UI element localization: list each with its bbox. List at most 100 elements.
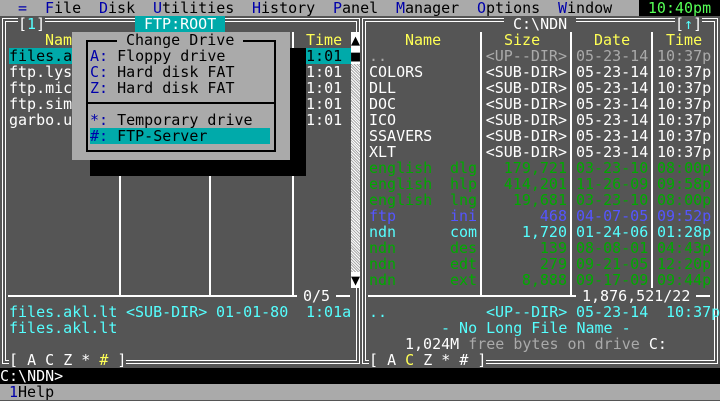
right-header-time[interactable]: Time [666, 32, 702, 48]
fkey-help[interactable]: 1Help [9, 384, 54, 400]
file-ext[interactable]: dlg [450, 160, 477, 176]
menu-options[interactable]: Options [477, 0, 540, 16]
menu-panel[interactable]: Panel [333, 0, 378, 16]
drive-z[interactable]: Z [63, 351, 81, 369]
left-info-size: <SUB-DIR> [126, 303, 208, 321]
file-size: <UP--DIR> [485, 47, 567, 65]
left-panel-number[interactable]: [1] [18, 16, 46, 32]
file-name[interactable]: ftp.sim [9, 96, 72, 112]
file-ext[interactable]: edt [450, 256, 477, 272]
drive-item-a[interactable]: A: Floppy drive [90, 48, 270, 64]
file-date: 01-24-06 [576, 223, 649, 241]
file-date: 05-23-14 [576, 95, 649, 113]
drive-c[interactable]: C [405, 351, 423, 369]
file-name[interactable]: english [369, 176, 432, 192]
left-info-name: files.akl.lt [9, 303, 118, 321]
file-date: 05-23-14 [576, 79, 649, 97]
file-time: 10:37p [657, 111, 712, 129]
file-ext[interactable]: ini [450, 208, 477, 224]
file-name[interactable]: ICO [369, 112, 396, 128]
file-ext[interactable]: des [450, 240, 477, 256]
left-info-time: 1:01a [306, 303, 352, 321]
file-size: 179,721 [503, 159, 567, 177]
right-drive-bar[interactable]: [ A C Z * # ] [369, 351, 487, 369]
right-total: 1,876,521/22 [576, 288, 697, 304]
file-name[interactable]: XLT [369, 144, 396, 160]
file-time: 09:52p [657, 207, 712, 225]
file-name[interactable]: ndn [369, 240, 396, 256]
file-date: 05-23-14 [576, 111, 649, 129]
file-time: 09:58p [657, 175, 712, 193]
drive-temp[interactable]: * [81, 351, 99, 369]
right-info-date: 05-23-14 [576, 303, 649, 321]
file-name[interactable]: ndn [369, 224, 396, 240]
file-time: 09:44p [657, 271, 712, 289]
drive-temp[interactable]: * [441, 351, 459, 369]
left-header-name[interactable]: Nam [45, 32, 72, 48]
file-size: 19,681 [512, 191, 567, 209]
file-date: 05-23-14 [576, 143, 649, 161]
drive-z[interactable]: Z [423, 351, 441, 369]
file-ext[interactable]: com [450, 224, 477, 240]
right-panel-arrow[interactable]: [↑] [675, 16, 703, 32]
dialog-separator [86, 102, 276, 104]
menu-manager[interactable]: Manager [396, 0, 459, 16]
file-name[interactable]: ndn [369, 256, 396, 272]
left-scrollbar[interactable] [351, 32, 360, 288]
file-name[interactable]: COLORS [369, 64, 423, 80]
left-header-time[interactable]: Time [306, 32, 342, 48]
file-date: 05-23-14 [576, 63, 649, 81]
free-space: 1,024M free bytes on drive C: [405, 335, 667, 353]
file-name[interactable]: ftp [369, 208, 396, 224]
file-name[interactable]: DLL [369, 80, 396, 96]
drive-item-ftp-server[interactable]: #: FTP-Server [90, 128, 270, 144]
menu-bar: = File Disk Utilities History Panel Mana… [0, 0, 720, 16]
file-size: 468 [539, 207, 567, 225]
drive-a[interactable]: A [387, 351, 405, 369]
file-name[interactable]: DOC [369, 96, 396, 112]
file-ext[interactable]: hlp [450, 176, 477, 192]
file-size: 139 [539, 239, 567, 257]
file-size: <SUB-DIR> [485, 63, 567, 81]
file-date: 03-23-10 [576, 159, 649, 177]
file-name[interactable]: .. [369, 48, 387, 64]
menu-disk[interactable]: Disk [99, 0, 135, 16]
right-info-name: .. [369, 303, 388, 321]
right-header-date[interactable]: Date [594, 32, 630, 48]
command-line[interactable]: C:\NDN> [0, 368, 720, 384]
dialog-title: Change Drive [117, 32, 244, 48]
file-size: 1,720 [521, 223, 567, 241]
drive-item-z[interactable]: Z: Hard disk FAT [90, 80, 270, 96]
menu-file[interactable]: File [45, 0, 81, 16]
right-header-size[interactable]: Size [504, 32, 540, 48]
scroll-up-icon[interactable]: ▲ [351, 32, 360, 48]
file-name[interactable]: english [369, 192, 432, 208]
left-file-counter: 0/5 [297, 288, 337, 304]
menu-utilities[interactable]: Utilities [153, 0, 234, 16]
right-header-name[interactable]: Name [405, 32, 441, 48]
file-name[interactable]: ndn [369, 272, 396, 288]
file-name[interactable]: SSAVERS [369, 128, 432, 144]
menu-system[interactable]: = [18, 0, 27, 16]
scroll-down-icon[interactable]: ▼ [351, 272, 360, 288]
drive-item-c[interactable]: C: Hard disk FAT [90, 64, 270, 80]
scroll-thumb[interactable]: ■ [351, 48, 360, 64]
menu-window[interactable]: Window [558, 0, 612, 16]
left-drive-bar[interactable]: [ A C Z * # ] [9, 351, 127, 369]
file-time: 10:37p [657, 143, 712, 161]
drive-ftp[interactable]: # [459, 351, 477, 369]
file-name[interactable]: ftp.mic [9, 80, 72, 96]
file-time: 10:37p [657, 127, 712, 145]
file-name[interactable]: ftp.lys [9, 64, 72, 80]
file-name[interactable]: english [369, 160, 432, 176]
left-panel-path: FTP:ROOT [135, 16, 226, 32]
menu-history[interactable]: History [252, 0, 315, 16]
file-ext[interactable]: ext [450, 272, 477, 288]
drive-ftp[interactable]: # [99, 351, 117, 369]
drive-item-temporary[interactable]: *: Temporary drive [90, 112, 270, 128]
file-size: 414,201 [503, 175, 567, 193]
file-time: 04:43p [657, 239, 712, 257]
file-date: 09-17-09 [576, 271, 649, 289]
file-ext[interactable]: lng [450, 192, 477, 208]
file-name[interactable]: garbo.u [9, 112, 72, 128]
